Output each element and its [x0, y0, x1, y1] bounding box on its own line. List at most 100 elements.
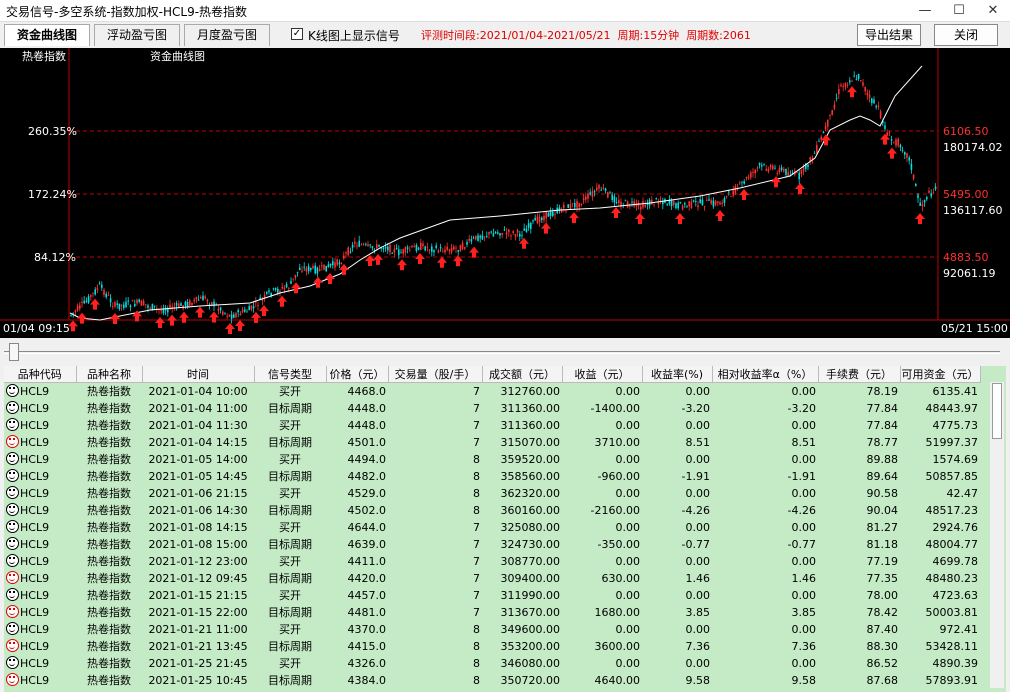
candle-body: [530, 222, 532, 230]
table-row[interactable]: HCL9 热卷指数 2021-01-21 13:45 目标周期 4415.0 8 35320…: [4, 638, 980, 655]
candle-body: [281, 286, 283, 289]
cell-profit: 0.00: [615, 384, 641, 398]
candle-body: [422, 243, 424, 246]
candle-body: [919, 202, 921, 206]
table-row[interactable]: HCL9 热卷指数 2021-01-05 14:45 目标周期 4482.0 8 35856…: [4, 468, 980, 485]
table-row[interactable]: HCL9 热卷指数 2021-01-12 09:45 目标周期 4420.0 7 30940…: [4, 570, 980, 587]
column-header[interactable]: 收益（元）: [562, 366, 643, 383]
table-row[interactable]: HCL9 热卷指数 2021-01-04 10:00 买开 4468.0 7 312760.…: [4, 383, 980, 400]
candle-body: [699, 199, 701, 203]
candle-body: [547, 212, 550, 217]
table-row[interactable]: HCL9 热卷指数 2021-01-21 11:00 买开 4370.0 8 349600.…: [4, 621, 980, 638]
candle-body: [565, 210, 567, 212]
table-row[interactable]: HCL9 热卷指数 2021-01-08 15:00 目标周期 4639.0 7 32473…: [4, 536, 980, 553]
table-row[interactable]: HCL9 热卷指数 2021-01-15 22:00 目标周期 4481.0 7 31367…: [4, 604, 980, 621]
smiley-icon: [6, 520, 19, 533]
candle-body: [138, 299, 140, 302]
cell-cash: 2924.76: [932, 520, 979, 534]
candle-body: [349, 251, 352, 253]
cell-qty: 7: [473, 537, 480, 551]
cell-fee: 89.88: [866, 452, 899, 466]
cell-fee: 77.84: [866, 401, 899, 415]
column-header[interactable]: 时间: [142, 366, 255, 383]
candle-body: [446, 246, 448, 250]
cell-rate: 0.00: [685, 486, 711, 500]
column-header[interactable]: 交易量（股/手）: [388, 366, 483, 383]
maximize-icon[interactable]: ☐: [942, 0, 976, 22]
candle-body: [310, 267, 312, 271]
buy-arrow-icon: [251, 311, 261, 323]
candle-body: [389, 244, 391, 253]
candle-body: [241, 309, 244, 312]
column-header[interactable]: 手续费（元）: [818, 366, 901, 383]
column-header[interactable]: 品种代码: [4, 366, 77, 383]
candle-body: [523, 228, 525, 231]
cell-profit: 4640.00: [594, 673, 641, 687]
candle-body: [765, 168, 767, 171]
export-button[interactable]: 导出结果: [857, 24, 921, 46]
table-row[interactable]: HCL9 热卷指数 2021-01-04 11:00 目标周期 4448.0 7 31136…: [4, 400, 980, 417]
candle-body: [145, 304, 147, 306]
tab-floating-pnl[interactable]: 浮动盈亏图: [94, 24, 180, 46]
candle-body: [72, 312, 74, 314]
candle-body: [442, 251, 444, 253]
table-row[interactable]: HCL9 热卷指数 2021-01-12 23:00 买开 4411.0 7 308770.…: [4, 553, 980, 570]
cell-code: HCL9: [4, 655, 76, 672]
column-header[interactable]: 成交额（元）: [482, 366, 563, 383]
close-icon[interactable]: ✕: [976, 0, 1010, 22]
cell-alpha: 1.46: [791, 571, 817, 585]
table-row[interactable]: HCL9 热卷指数 2021-01-04 11:30 买开 4448.0 7 311360.…: [4, 417, 980, 434]
scroll-thumb[interactable]: [9, 343, 19, 361]
table-row[interactable]: HCL9 热卷指数 2021-01-04 14:15 目标周期 4501.0 7 31507…: [4, 434, 980, 451]
cell-time: 2021-01-21 11:00: [148, 622, 248, 636]
tab-monthly-pnl[interactable]: 月度盈亏图: [184, 24, 270, 46]
column-header[interactable]: 价格（元）: [326, 366, 389, 383]
candle-body: [774, 167, 776, 169]
candle-body: [448, 249, 451, 251]
cell-code: HCL9: [4, 553, 76, 570]
candle-body: [851, 81, 853, 82]
cell-price: 4494.0: [347, 452, 387, 466]
column-header[interactable]: 相对收益率α（%）: [712, 366, 819, 383]
minimize-icon[interactable]: —: [908, 0, 942, 22]
column-header[interactable]: 信号类型: [254, 366, 327, 383]
candle-body: [327, 264, 330, 268]
table-row[interactable]: HCL9 热卷指数 2021-01-08 14:15 买开 4644.0 7 325080.…: [4, 519, 980, 536]
candle-body: [109, 298, 112, 303]
cell-qty: 7: [473, 520, 480, 534]
candle-body: [318, 269, 321, 272]
candle-body: [884, 125, 886, 129]
cell-price: 4448.0: [347, 418, 387, 432]
table-row[interactable]: HCL9 热卷指数 2021-01-25 10:45 目标周期 4384.0 8 35072…: [4, 672, 980, 689]
buy-arrow-icon: [715, 210, 725, 221]
chart-area[interactable]: 热卷指数 资金曲线图 260.35% 172.24% 84.12% 6106.5…: [0, 48, 1010, 338]
column-header[interactable]: 收益率(%): [642, 366, 713, 383]
candle-body: [593, 191, 596, 193]
table-row[interactable]: HCL9 热卷指数 2021-01-05 14:00 买开 4494.0 8 359520.…: [4, 451, 980, 468]
tab-equity-curve[interactable]: 资金曲线图: [4, 24, 90, 46]
column-header[interactable]: 品种名称: [76, 366, 143, 383]
cell-alpha: 8.51: [791, 435, 817, 449]
candle-body: [472, 237, 475, 239]
candle-body: [406, 247, 409, 249]
close-button[interactable]: 关闭: [934, 24, 998, 46]
vscroll-thumb[interactable]: [992, 383, 1002, 439]
cell-price: 4529.0: [347, 486, 387, 500]
cell-type: 买开: [279, 385, 301, 399]
candle-body: [325, 265, 327, 272]
buy-arrow-icon: [795, 183, 805, 194]
candle-body: [600, 189, 602, 191]
column-header[interactable]: 可用资金（元）: [900, 366, 981, 383]
table-vscroll[interactable]: [990, 382, 1004, 688]
cell-code: HCL9: [4, 468, 76, 485]
table-row[interactable]: HCL9 热卷指数 2021-01-25 21:45 买开 4326.0 8 346080.…: [4, 655, 980, 672]
cell-rate: 9.58: [685, 673, 711, 687]
table-row[interactable]: HCL9 热卷指数 2021-01-15 21:15 买开 4457.0 7 311990.…: [4, 587, 980, 604]
candle-body: [838, 88, 840, 95]
cell-cash: 48517.23: [925, 503, 979, 517]
table-row[interactable]: HCL9 热卷指数 2021-01-06 21:15 买开 4529.0 8 362320.…: [4, 485, 980, 502]
candle-body: [360, 244, 363, 246]
chart-scrollbar[interactable]: [0, 338, 1010, 366]
table-row[interactable]: HCL9 热卷指数 2021-01-06 14:30 目标周期 4502.0 8 36016…: [4, 502, 980, 519]
show-signal-checkbox[interactable]: ✓: [291, 28, 303, 40]
